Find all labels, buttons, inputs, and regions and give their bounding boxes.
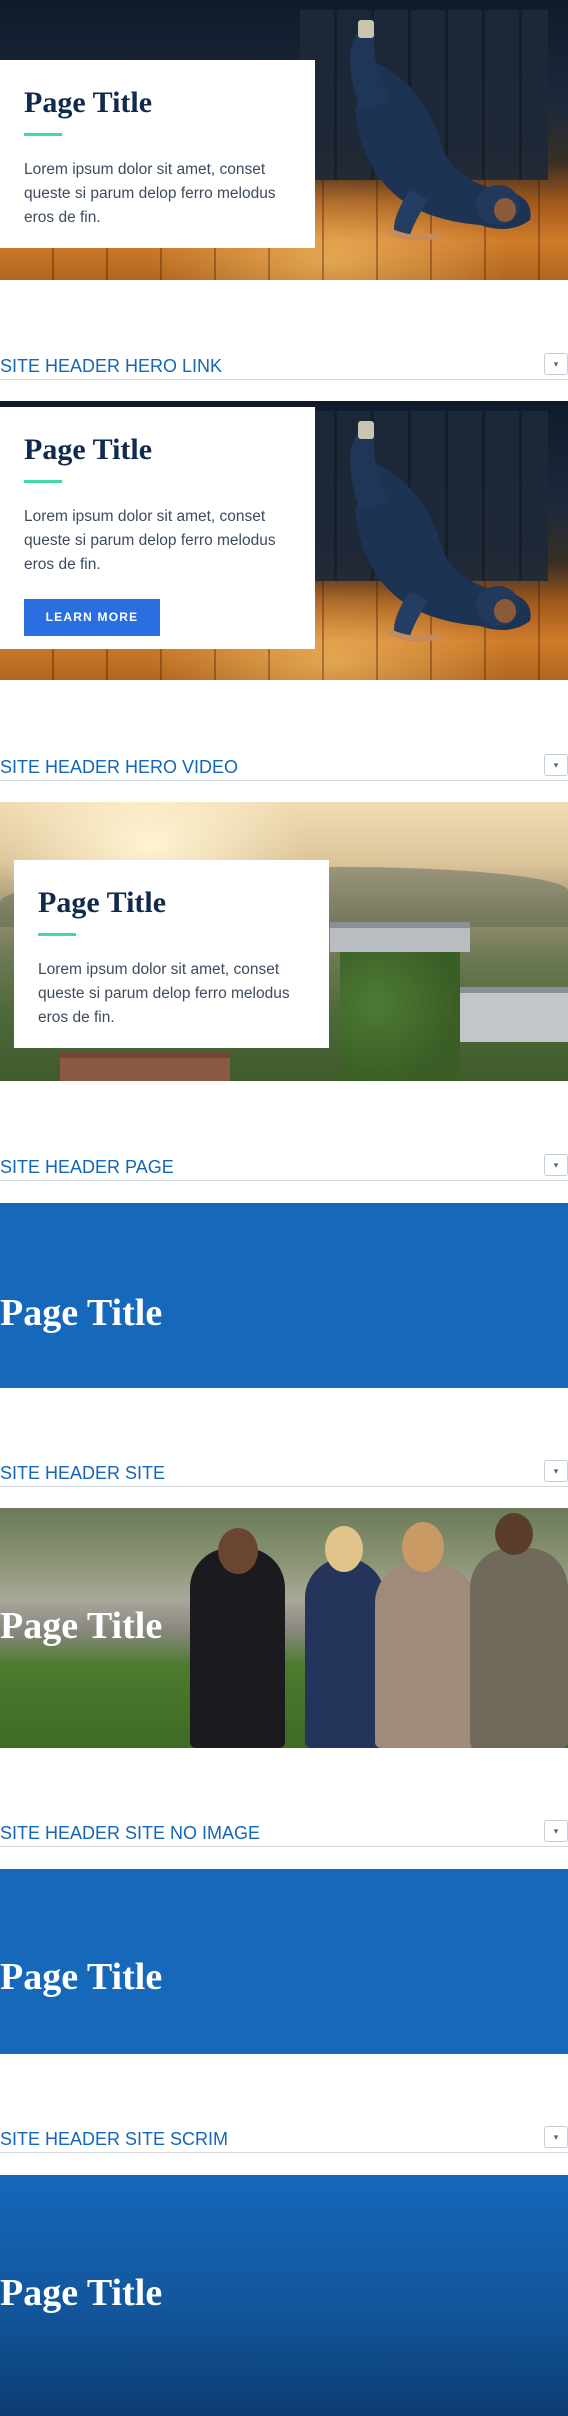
site-header-no-image-band: Page Title — [0, 1869, 568, 2054]
title-accent-rule — [24, 133, 62, 136]
hero-description: Lorem ipsum dolor sit amet, conset quest… — [24, 161, 276, 226]
section-label: SITE HEADER HERO VIDEO — [0, 757, 239, 777]
chevron-down-icon[interactable]: ▾ — [544, 353, 568, 375]
section-label: SITE HEADER SITE NO IMAGE — [0, 1823, 261, 1843]
hero-card: Page Title Lorem ipsum dolor sit amet, c… — [0, 60, 315, 248]
page-header-band: Page Title — [0, 1203, 568, 1388]
page-title: Page Title — [38, 886, 167, 919]
chevron-down-icon[interactable]: ▾ — [544, 754, 568, 776]
hero-description: Lorem ipsum dolor sit amet, conset quest… — [24, 508, 276, 573]
page-title: Page Title — [0, 2272, 163, 2314]
section-header-hero-link: SITE HEADER HERO LINK ▾ — [0, 352, 568, 380]
section-label: SITE HEADER SITE SCRIM — [0, 2129, 229, 2149]
section-label: SITE HEADER HERO LINK — [0, 356, 223, 376]
hero-link: Page Title Lorem ipsum dolor sit amet, c… — [0, 401, 568, 680]
chevron-down-icon[interactable]: ▾ — [544, 2126, 568, 2148]
section-header-hero-video: SITE HEADER HERO VIDEO ▾ — [0, 753, 568, 781]
chevron-down-icon[interactable]: ▾ — [544, 1820, 568, 1842]
dancer-figure — [350, 20, 531, 241]
hero-description: Lorem ipsum dolor sit amet, conset quest… — [38, 961, 290, 1026]
hero-card: Page Title Lorem ipsum dolor sit amet, c… — [14, 860, 329, 1048]
site-header-scrim-band: Page Title — [0, 2175, 568, 2416]
site-header-image: Page Title — [0, 1508, 568, 1748]
section-header-site-scrim: SITE HEADER SITE SCRIM ▾ — [0, 2125, 568, 2153]
chevron-down-icon[interactable]: ▾ — [544, 1154, 568, 1176]
learn-more-button[interactable]: LEARN MORE — [24, 599, 160, 636]
page-title: Page Title — [0, 1605, 163, 1647]
page-title: Page Title — [24, 86, 153, 119]
hero-top: Page Title Lorem ipsum dolor sit amet, c… — [0, 0, 568, 280]
page-title: Page Title — [0, 1292, 163, 1334]
title-accent-rule — [38, 933, 76, 936]
section-header-site: SITE HEADER SITE ▾ — [0, 1459, 568, 1487]
hero-video: Page Title Lorem ipsum dolor sit amet, c… — [0, 802, 568, 1081]
section-header-page: SITE HEADER PAGE ▾ — [0, 1153, 568, 1181]
dancer-figure — [350, 421, 531, 642]
hero-card: Page Title Lorem ipsum dolor sit amet, c… — [0, 407, 315, 649]
section-label: SITE HEADER PAGE — [0, 1157, 174, 1177]
chevron-down-icon[interactable]: ▾ — [544, 1460, 568, 1482]
section-label: SITE HEADER SITE — [0, 1463, 166, 1483]
section-header-site-no-image: SITE HEADER SITE NO IMAGE ▾ — [0, 1819, 568, 1847]
page-title: Page Title — [24, 433, 153, 466]
page-title: Page Title — [0, 1956, 163, 1998]
title-accent-rule — [24, 480, 62, 483]
